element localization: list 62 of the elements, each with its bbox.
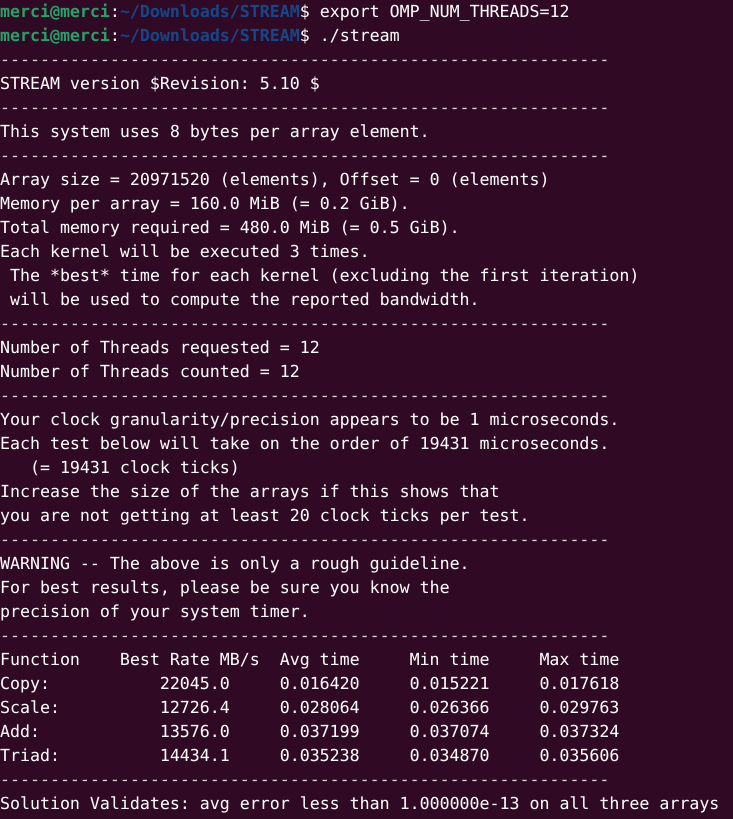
table-cell-text: 0.034870 xyxy=(410,745,491,767)
output-text: Total memory required = 480.0 MiB (= 0.5 GiB). xyxy=(0,217,460,239)
separator-line: ------------------------------------------------------------- xyxy=(0,529,610,551)
output-text: precision of your system timer. xyxy=(0,601,310,623)
column-header: Max time xyxy=(539,649,620,671)
table-cell-text: 22045.0 xyxy=(158,673,231,695)
table-cell-text: 0.029763 xyxy=(539,697,620,719)
output-text: STREAM version $Revision: 5.10 $ xyxy=(0,73,320,95)
output-text: will be used to compute the reported bandwidth. xyxy=(8,289,480,311)
separator-line: ------------------------------------------------------------- xyxy=(0,49,610,71)
output-text: (= 19431 clock ticks) xyxy=(28,457,240,479)
column-header: Function xyxy=(0,649,81,671)
command-text: ./stream xyxy=(318,25,400,47)
table-cell-text: 14434.1 xyxy=(158,745,231,767)
table-cell-text: Triad: xyxy=(0,745,61,767)
table-cell-text: 0.015221 xyxy=(410,673,491,695)
output-text: Your clock granularity/precision appears to be 1 microseconds. xyxy=(0,409,620,431)
separator-line: ------------------------------------------------------------- xyxy=(0,385,610,407)
prompt-colon: : xyxy=(110,25,120,47)
separator-line: ------------------------------------------------------------- xyxy=(0,97,610,119)
table-cell-text: Add: xyxy=(0,721,41,743)
table-cell-text: 0.035606 xyxy=(539,745,620,767)
separator-line: ------------------------------------------------------------- xyxy=(0,145,610,167)
output-text: Each kernel will be executed 3 times. xyxy=(0,241,370,263)
output-text: For best results, please be sure you know the xyxy=(0,577,450,599)
output-text: Each test below will take on the order of 19431 microseconds. xyxy=(0,433,610,455)
separator-line: ------------------------------------------------------------- xyxy=(0,769,610,791)
prompt-symbol: $ xyxy=(300,25,310,47)
column-header: Best Rate MB/s xyxy=(120,649,261,671)
output-text: Solution Validates: avg error less than 1.000000e-13 on all three arrays xyxy=(0,793,720,815)
output-text: This system uses 8 bytes per array element. xyxy=(0,121,430,143)
prompt-user: merci@merci xyxy=(0,25,110,47)
prompt-path: ~/Downloads/STREAM xyxy=(120,25,300,47)
table-cell-text: 0.016420 xyxy=(280,673,361,695)
table-cell-text: 0.026366 xyxy=(410,697,491,719)
output-text: Number of Threads requested = 12 xyxy=(0,337,320,359)
output-text: The *best* time for each kernel (excluding the first iteration) xyxy=(8,265,640,287)
table-cell-text: 0.037324 xyxy=(539,721,620,743)
table-cell-text: 12726.4 xyxy=(158,697,231,719)
output-text: WARNING -- The above is only a rough guideline. xyxy=(0,553,470,575)
table-cell-text: 0.037199 xyxy=(280,721,361,743)
table-cell-text: 0.037074 xyxy=(410,721,491,743)
output-text: you are not getting at least 20 clock ticks per test. xyxy=(0,505,530,527)
prompt-colon: : xyxy=(110,1,120,23)
table-cell-text: 0.017618 xyxy=(539,673,620,695)
prompt-path: ~/Downloads/STREAM xyxy=(120,1,300,23)
table-cell-text: Copy: xyxy=(0,673,51,695)
table-cell-text: 0.028064 xyxy=(280,697,361,719)
output-text: Number of Threads counted = 12 xyxy=(0,361,300,383)
table-cell-text: 0.035238 xyxy=(280,745,361,767)
prompt-user: merci@merci xyxy=(0,1,110,23)
command-text: export OMP_NUM_THREADS=12 xyxy=(318,1,570,23)
output-text: Array size = 20971520 (elements), Offset = 0 (elements) xyxy=(0,169,550,191)
output-text: Increase the size of the arrays if this shows that xyxy=(0,481,500,503)
separator-line: ------------------------------------------------------------- xyxy=(0,313,610,335)
table-cell-text: 13576.0 xyxy=(158,721,231,743)
table-cell-text: Scale: xyxy=(0,697,61,719)
output-text: Memory per array = 160.0 MiB (= 0.2 GiB). xyxy=(0,193,410,215)
separator-line: ------------------------------------------------------------- xyxy=(0,625,610,647)
prompt-symbol: $ xyxy=(300,1,310,23)
column-header: Avg time xyxy=(280,649,361,671)
column-header: Min time xyxy=(410,649,491,671)
